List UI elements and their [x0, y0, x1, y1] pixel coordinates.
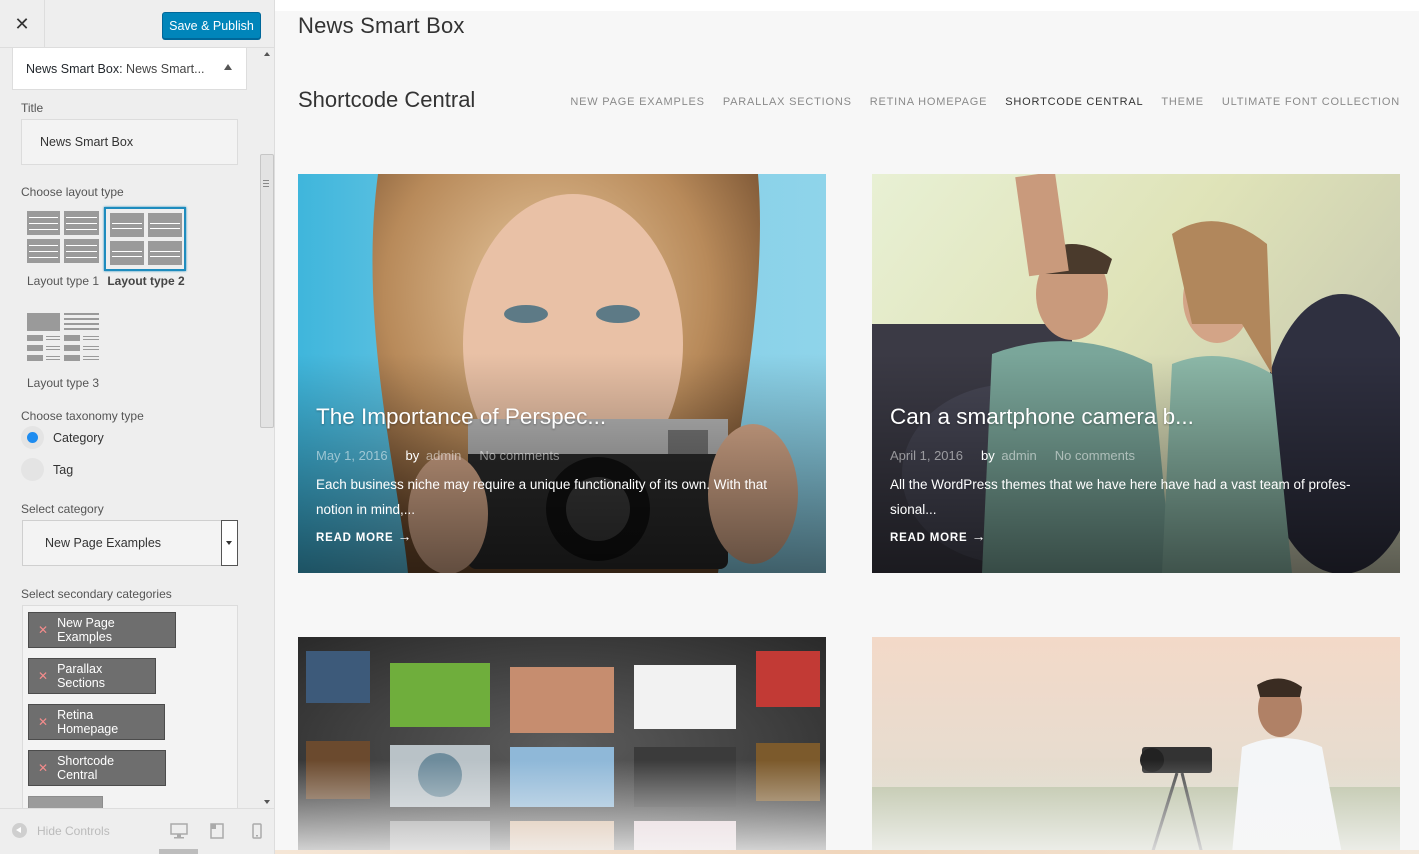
- layout-option-2-label: Layout type 2: [107, 274, 185, 288]
- remove-icon[interactable]: ✕: [38, 669, 48, 683]
- arrow-right-icon: →: [971, 528, 987, 544]
- post-by: by: [981, 448, 995, 463]
- active-device-indicator: [159, 849, 198, 854]
- scrollbar-thumb[interactable]: [260, 154, 274, 428]
- section-prefix: News Smart Box:: [26, 61, 123, 76]
- post-title[interactable]: The Importance of Perspec...: [316, 404, 606, 430]
- category-select-value: New Page Examples: [45, 536, 162, 550]
- hide-controls-label: Hide Controls: [37, 823, 110, 838]
- select-category-label: Select category: [21, 502, 104, 516]
- widget-title: News Smart Box: [298, 13, 465, 38]
- title-input[interactable]: News Smart Box: [21, 119, 238, 165]
- layout-type-1-icon: [27, 211, 99, 263]
- chip-retina-homepage[interactable]: ✕ Retina Homepage: [28, 704, 165, 740]
- chip-parallax-sections[interactable]: ✕ Parallax Sections: [28, 658, 156, 694]
- read-more-link[interactable]: READ MORE →: [890, 528, 986, 544]
- layout-option-3[interactable]: [23, 309, 101, 369]
- post-image: [872, 637, 1400, 854]
- mobile-icon[interactable]: [248, 823, 266, 839]
- layout-option-2[interactable]: [104, 207, 186, 271]
- radio-tag[interactable]: [21, 458, 44, 481]
- layout-option-1-label: Layout type 1: [26, 274, 100, 288]
- read-more-label: READ MORE: [316, 532, 394, 544]
- hide-controls-button[interactable]: Hide Controls: [12, 823, 110, 838]
- layout-type-label: Choose layout type: [21, 185, 124, 199]
- preview-top-strip: [275, 0, 1419, 11]
- scroll-up-icon[interactable]: [264, 52, 270, 56]
- taxonomy-type-label: Choose taxonomy type: [21, 409, 144, 423]
- nav-item-retina-homepage[interactable]: RETINA HOMEPAGE: [870, 96, 988, 108]
- layout-option-1[interactable]: [23, 207, 101, 267]
- post-card[interactable]: [298, 637, 826, 854]
- site-title[interactable]: Shortcode Central: [298, 87, 475, 113]
- close-icon: ✕: [14, 13, 30, 35]
- post-author[interactable]: admin: [1001, 448, 1036, 463]
- grip-icon: [263, 180, 269, 187]
- post-image: [298, 637, 826, 854]
- chevron-down-icon[interactable]: [221, 520, 238, 566]
- post-title[interactable]: Can a smartphone camera b...: [890, 404, 1194, 430]
- radio-tag-label: Tag: [53, 463, 74, 477]
- post-card[interactable]: Can a smartphone camera b... April 1, 20…: [872, 174, 1400, 573]
- nav-item-new-page-examples[interactable]: NEW PAGE EXAMPLES: [570, 96, 704, 108]
- post-meta: April 1, 2016 by admin No comments: [890, 448, 1135, 463]
- layout-option-3-label: Layout type 3: [26, 376, 100, 390]
- chip-label: Retina Homepage: [57, 708, 119, 736]
- chip-label: New Page Examples: [57, 616, 115, 644]
- customizer-footer: Hide Controls: [0, 808, 274, 854]
- nav-item-theme[interactable]: THEME: [1161, 96, 1204, 108]
- chip-label: Parallax Sections: [57, 662, 106, 690]
- section-header[interactable]: News Smart Box: News Smart...: [12, 48, 247, 90]
- radio-category[interactable]: [21, 426, 44, 449]
- desktop-icon[interactable]: [170, 823, 188, 839]
- scroll-down-icon[interactable]: [264, 800, 270, 804]
- read-more-label: READ MORE: [890, 532, 968, 544]
- arrow-right-icon: →: [397, 528, 413, 544]
- post-card[interactable]: The Importance of Perspec... May 1, 2016…: [298, 174, 826, 573]
- radio-category-label: Category: [53, 431, 104, 445]
- site-navigation: NEW PAGE EXAMPLES PARALLAX SECTIONS RETI…: [570, 96, 1400, 108]
- post-date: April 1, 2016: [890, 448, 963, 463]
- chip-shortcode-central[interactable]: ✕ Shortcode Central: [28, 750, 166, 786]
- post-excerpt: All the WordPress themes that we have he…: [890, 477, 1351, 517]
- post-meta: May 1, 2016 by admin No comments: [316, 448, 560, 463]
- post-comments[interactable]: No comments: [479, 448, 559, 463]
- close-button[interactable]: ✕: [0, 0, 45, 48]
- remove-icon[interactable]: ✕: [38, 623, 48, 637]
- collapse-icon: [12, 823, 27, 838]
- secondary-categories-label: Select secondary categories: [21, 587, 172, 601]
- post-by: by: [405, 448, 420, 463]
- remove-icon[interactable]: ✕: [38, 715, 48, 729]
- chip-new-page-examples[interactable]: ✕ New Page Examples: [28, 612, 176, 648]
- nav-item-shortcode-central[interactable]: SHORTCODE CENTRAL: [1005, 96, 1143, 108]
- bottom-accent-bar: [275, 850, 1419, 854]
- customizer-controls[interactable]: News Smart Box: News Smart... Title News…: [0, 48, 274, 808]
- nav-item-ultimate-font-collection[interactable]: ULTIMATE FONT COLLECTION: [1222, 96, 1400, 108]
- collapse-caret-icon[interactable]: [224, 64, 232, 70]
- read-more-link[interactable]: READ MORE →: [316, 528, 412, 544]
- layout-type-3-icon: [27, 313, 99, 361]
- customizer-header: ✕ Save & Publish: [0, 0, 274, 48]
- chip-label: Shortcode Central: [57, 754, 115, 782]
- post-card[interactable]: [872, 637, 1400, 854]
- chip-more[interactable]: [28, 796, 103, 808]
- section-title: News Smart...: [126, 61, 205, 76]
- nav-item-parallax-sections[interactable]: PARALLAX SECTIONS: [723, 96, 852, 108]
- post-author[interactable]: admin: [426, 448, 461, 463]
- customizer-sidebar: ✕ Save & Publish News Smart Box: News Sm…: [0, 0, 275, 854]
- post-comments[interactable]: No comments: [1055, 448, 1135, 463]
- post-excerpt: Each business niche may require a unique…: [316, 477, 767, 517]
- layout-type-2-icon: [110, 213, 182, 265]
- save-publish-button[interactable]: Save & Publish: [162, 12, 261, 39]
- remove-icon[interactable]: ✕: [38, 761, 48, 775]
- tablet-icon[interactable]: [208, 823, 226, 839]
- post-date: May 1, 2016: [316, 448, 388, 463]
- category-select[interactable]: New Page Examples: [22, 520, 238, 566]
- site-preview[interactable]: News Smart Box Shortcode Central NEW PAG…: [275, 0, 1419, 854]
- title-label: Title: [21, 101, 44, 115]
- sidebar-scrollbar[interactable]: [260, 48, 274, 808]
- secondary-categories-multiselect[interactable]: ✕ New Page Examples ✕ Parallax Sections ✕ R…: [22, 605, 238, 808]
